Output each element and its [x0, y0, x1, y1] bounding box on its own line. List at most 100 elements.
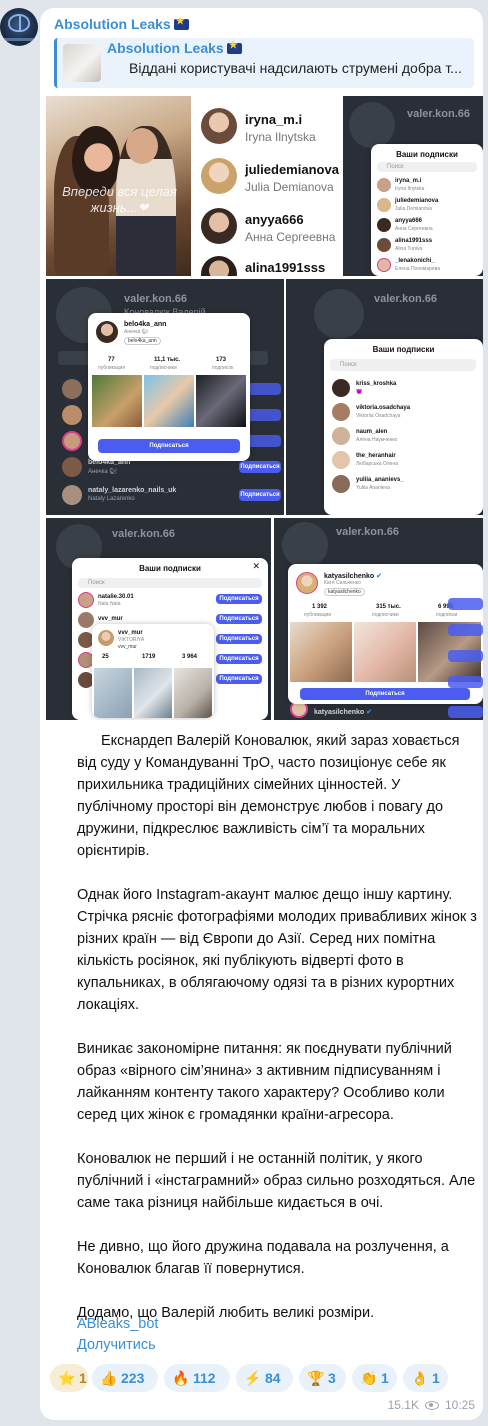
- ok-hand-icon: 👌: [411, 1370, 429, 1386]
- account-name: Julia Demianova: [395, 206, 432, 212]
- verified-badge-icon: ✔: [366, 709, 373, 716]
- screenshot-profile-popup-belo4ka[interactable]: valer.kon.66 Коновалюк Валерій belo4ka_a…: [46, 279, 284, 515]
- popup-followers-label: подписчики: [150, 365, 177, 371]
- star-icon: ⭐: [58, 1370, 76, 1386]
- popup-photo: [144, 375, 194, 427]
- profile-popup: vvv_mur VIKTORIYA vvv_mur 25 1719 3 964: [92, 624, 214, 718]
- trophy-icon: 🏆: [307, 1370, 325, 1386]
- account-name: Анечка 🐿: [88, 469, 117, 475]
- account-name: Nata Nata: [98, 601, 121, 607]
- subscribe-button: [448, 676, 483, 688]
- account-name: Alina Tuniva: [395, 246, 423, 252]
- popup-avatar: [96, 321, 118, 343]
- message-time: 10:25: [444, 1398, 475, 1412]
- post-links: ABleaks_bot Долучитись: [77, 1314, 158, 1356]
- popup-followers-count: 11,1 тыс.: [154, 357, 181, 363]
- reaction-thumbs-up[interactable]: 👍 223: [92, 1364, 158, 1392]
- channel-name[interactable]: Absolution Leaks: [54, 16, 189, 32]
- account-handle: _lenakonichi_: [395, 258, 435, 264]
- popup-followers-count: 315 тыс.: [376, 604, 401, 610]
- profile-handle: valer.kon.66: [336, 526, 399, 538]
- photo-couple-with-horse[interactable]: Впереди вся целая жизнь...❤: [46, 96, 191, 276]
- brain-logo-icon: [8, 14, 30, 32]
- popup-handle: katyasilchenko ✔: [324, 573, 383, 580]
- account-name: Анна Сергеевна: [395, 226, 433, 232]
- profile-popup: belo4ka_ann Анечка 🐿 belo4ka_ann 77 публ…: [88, 313, 250, 461]
- account-handle: alina1991sss: [395, 238, 433, 244]
- post-paragraph: Коновалюк не перший і не останній політи…: [77, 1151, 476, 1211]
- popup-following-count: 3 964: [182, 654, 198, 660]
- subscribe-button: [448, 650, 483, 662]
- reaction-trophy[interactable]: 🏆 3: [299, 1364, 346, 1392]
- subscribe-button: Подписаться: [216, 654, 262, 664]
- popup-following-label: подписки: [436, 612, 458, 618]
- channel-name-text: Absolution Leaks: [54, 16, 171, 32]
- post-body: Екснардеп Валерій Коновалюк, який зараз …: [77, 730, 477, 1346]
- following-modal: Ваши подписки ✕ Поиск natalie.30.01 Nata…: [72, 558, 268, 720]
- account-avatar: [201, 256, 237, 276]
- profile-handle: valer.kon.66: [407, 108, 470, 120]
- account-avatar: [332, 451, 350, 469]
- reaction-star[interactable]: ⭐ 1: [50, 1364, 88, 1392]
- verified-badge-icon: ✔: [376, 573, 383, 580]
- list-item: iryna_m.i Iryna Ilnytska: [201, 108, 341, 158]
- popup-followers-label: подписчики: [372, 612, 399, 618]
- reply-thumbnail: [63, 44, 101, 82]
- popup-photo: [196, 375, 246, 427]
- screenshot-following-modal-1[interactable]: valer.kon.66 Ваши подписки Поиск iryna_m…: [343, 96, 483, 276]
- screenshot-profile-popup-katyasilchenko[interactable]: valer.kon.66 katyasilchenko ✔ Катя Сильч…: [274, 518, 483, 720]
- subscribe-button: Подписаться: [216, 634, 262, 644]
- reaction-count: 1: [381, 1370, 389, 1386]
- screenshot-profile-popup-vvv-mur[interactable]: valer.kon.66 Ваши подписки ✕ Поиск natal…: [46, 518, 271, 720]
- subscribe-button: [448, 706, 483, 718]
- account-handle: iryna_m.i: [395, 178, 422, 184]
- account-handle: juliedemianova: [395, 198, 439, 204]
- account-avatar: [332, 403, 350, 421]
- screenshot-following-modal-2[interactable]: valer.kon.66 Ваши подписки Поиск kriss_k…: [286, 279, 483, 515]
- account-handle: kriss_kroshka: [356, 381, 397, 387]
- search-input: Поиск: [330, 359, 476, 371]
- eye-icon: [424, 1401, 439, 1410]
- account-avatar: [377, 218, 391, 232]
- popup-name: VIKTORIYA: [118, 637, 145, 643]
- channel-avatar[interactable]: [0, 8, 38, 46]
- popup-avatar: [98, 630, 114, 646]
- reaction-lightning[interactable]: ⚡ 84: [236, 1364, 293, 1392]
- popup-avatar: [296, 572, 318, 594]
- subscribe-button: Подписаться: [239, 489, 281, 501]
- popup-posts-label: публикации: [304, 612, 332, 618]
- account-handle: anyya666: [395, 218, 423, 224]
- reply-text: Віддані користувачі надсилають струмені …: [129, 60, 462, 76]
- account-handle: juliedemianova: [245, 162, 339, 177]
- reaction-count: 84: [265, 1370, 281, 1386]
- subscribe-button: Подписаться: [216, 674, 262, 684]
- message-bubble: Absolution Leaks Absolution Leaks Віддан…: [40, 8, 483, 1420]
- reaction-fire[interactable]: 🔥 112: [164, 1364, 230, 1392]
- reaction-clap[interactable]: 👏 1: [352, 1364, 397, 1392]
- photo-quote-text: Впереди вся целая жизнь...❤: [62, 184, 177, 215]
- popup-threads-tag: katyasilchenko: [324, 588, 365, 596]
- account-avatar: [332, 475, 350, 493]
- account-avatar: [201, 158, 237, 194]
- account-name: Yuliia Ananieva: [356, 485, 390, 491]
- account-name: Julia Demianova: [245, 180, 334, 194]
- reaction-count: 223: [121, 1370, 145, 1386]
- profile-handle: valer.kon.66: [124, 293, 187, 305]
- reaction-count: 1: [79, 1370, 87, 1386]
- screenshot-following-list[interactable]: iryna_m.i Iryna Ilnytska juliedemianova …: [193, 96, 341, 276]
- profile-avatar-shape: [282, 522, 328, 568]
- account-avatar: [78, 592, 94, 608]
- post-paragraph: Не дивно, що його дружина подавала на ро…: [77, 1239, 449, 1277]
- join-link[interactable]: Долучитись: [77, 1335, 158, 1356]
- reply-preview[interactable]: Absolution Leaks Віддані користувачі над…: [54, 38, 474, 88]
- account-avatar: [62, 485, 82, 505]
- view-count: 15.1K: [387, 1398, 419, 1412]
- profile-avatar-shape: [349, 102, 395, 148]
- reaction-ok-hand[interactable]: 👌 1: [403, 1364, 448, 1392]
- modal-title: Ваши подписки: [139, 564, 201, 573]
- account-avatar: [62, 405, 82, 425]
- bot-link[interactable]: ABleaks_bot: [77, 1314, 158, 1335]
- account-handle: vvv_mur: [98, 616, 123, 622]
- account-avatar: [377, 238, 391, 252]
- account-avatar: [62, 457, 82, 477]
